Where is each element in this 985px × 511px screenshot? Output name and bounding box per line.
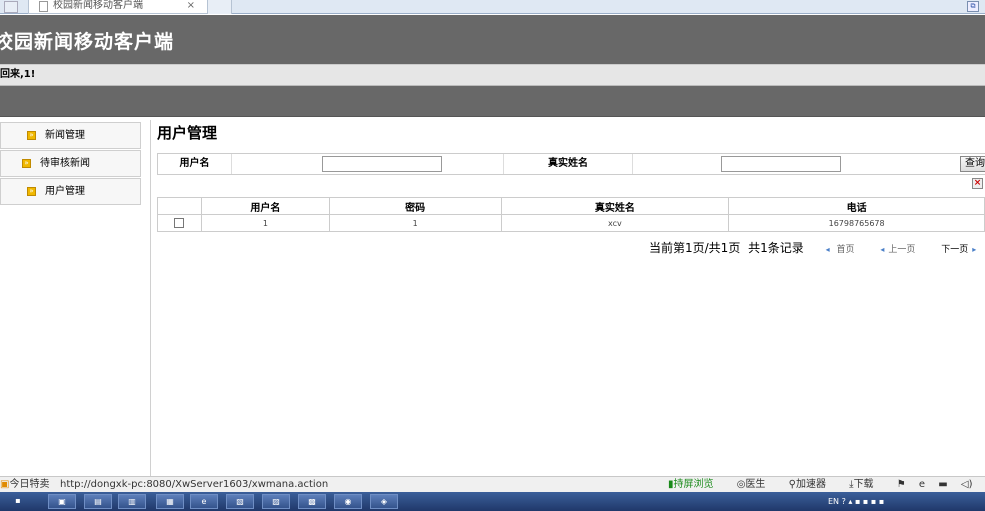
tab-close-icon[interactable]: ×: [187, 0, 195, 12]
taskbar-app-1[interactable]: ▣: [48, 494, 76, 509]
today-deals-link[interactable]: ▣今日特卖: [0, 477, 49, 492]
browser-tab-bar: 校园新闻移动客户端 × ⧉: [0, 0, 985, 14]
browser-tab[interactable]: 校园新闻移动客户端 ×: [28, 0, 208, 14]
restore-window-icon[interactable]: ⧉: [967, 1, 979, 12]
sidebar-item-pending-news[interactable]: » 待审核新闻: [0, 150, 141, 177]
tray-icons[interactable]: ▪ ▪ ▪ ▪: [855, 497, 884, 506]
arrow-icon: »: [27, 131, 36, 140]
doctor-button[interactable]: ◎医生: [737, 479, 776, 490]
pagination: 当前第1页/共1页 共1条记录 ◂ 首页 ◂上一页 下一页▸ 尾: [649, 239, 985, 256]
status-url: http://dongxk-pc:8080/XwServer1603/xwman…: [60, 479, 329, 490]
row-checkbox[interactable]: [174, 218, 185, 228]
taskbar-app-6[interactable]: ▨: [262, 494, 290, 509]
cell-password: 1: [328, 214, 502, 232]
browser-tab-title: 校园新闻移动客户端: [53, 0, 143, 11]
username-label: 用户名: [158, 154, 232, 174]
realname-label: 真实姓名: [503, 154, 633, 174]
cell-phone: 16798765678: [728, 214, 985, 232]
volume-icon[interactable]: ◁): [961, 479, 973, 490]
col-header-username: 用户名: [200, 197, 330, 215]
sidebar-item-label: 待审核新闻: [40, 158, 90, 169]
next-page-icon: ▸: [972, 245, 977, 254]
status-tools: ▮持屏浏览 ◎医生 ⚲加速器 ⤓下载 ⚑ e ▬ ◁): [668, 477, 982, 492]
record-total: 共1条记录: [748, 241, 804, 255]
cell-username: 1: [200, 214, 330, 232]
next-page-label: 下一页: [941, 245, 969, 255]
next-page-link[interactable]: 下一页 ▸: [941, 245, 980, 255]
prev-page-label: 上一页: [888, 245, 916, 255]
flag-icon[interactable]: ⚑: [897, 479, 906, 490]
user-table: 用户名 密码 真实姓名 电话 1 1 xcv 16798765678: [157, 197, 985, 232]
table-row[interactable]: 1 1 xcv 16798765678: [157, 214, 985, 232]
taskbar-app-5[interactable]: ▧: [226, 494, 254, 509]
prev-page-link[interactable]: ◂ 上一页: [880, 245, 919, 255]
taskbar: ▪ ▣ ▤ ▥ ▦ e ▧ ▨ ▩ ◉ ◈ EN ? ▴ ▪ ▪ ▪ ▪: [0, 492, 985, 511]
page-info: 当前第1页/共1页: [649, 241, 741, 255]
realname-input[interactable]: [721, 156, 841, 172]
language-indicator[interactable]: EN: [828, 497, 839, 506]
taskbar-app-9[interactable]: ◈: [370, 494, 398, 509]
username-input[interactable]: [322, 156, 442, 172]
today-deals-label: 今日特卖: [9, 479, 50, 490]
page-title: 用户管理: [157, 124, 218, 142]
arrow-icon: »: [27, 187, 36, 196]
welcome-bar: 回来,1!: [0, 64, 985, 86]
taskbar-app-2[interactable]: ▤: [84, 494, 112, 509]
split-view-button[interactable]: ▮持屏浏览: [668, 479, 724, 490]
taskbar-app-7[interactable]: ▩: [298, 494, 326, 509]
accelerator-button[interactable]: ⚲加速器: [789, 479, 836, 490]
nav-band: [0, 86, 985, 117]
col-header-realname: 真实姓名: [500, 197, 730, 215]
document-icon: [39, 1, 48, 12]
table-header-row: 用户名 密码 真实姓名 电话: [157, 197, 985, 215]
sidebar-item-news-management[interactable]: » 新闻管理: [0, 122, 141, 149]
tray-expand-icon[interactable]: ▴: [848, 497, 852, 506]
first-page-icon: ◂: [825, 245, 830, 254]
taskbar-app-3[interactable]: ▥: [118, 494, 146, 509]
sidebar-item-user-management[interactable]: » 用户管理: [0, 178, 141, 205]
tab-list-button[interactable]: [4, 1, 18, 13]
sidebar-item-label: 用户管理: [45, 186, 85, 197]
app-title: 校园新闻移动客户端: [0, 31, 175, 53]
main-content: 用户管理 用户名 真实姓名 查询 × 用户名 密码 真实姓名 电话 1 1 xc…: [157, 120, 985, 476]
app-banner: 校园新闻移动客户端: [0, 15, 985, 64]
download-button[interactable]: ⤓下载: [849, 479, 883, 490]
split-view-label: 持屏浏览: [673, 479, 714, 490]
col-header-select: [157, 197, 202, 215]
col-header-password: 密码: [328, 197, 502, 215]
new-tab-button[interactable]: [208, 0, 232, 14]
doctor-label: 医生: [745, 479, 766, 490]
cell-realname: xcv: [500, 214, 730, 232]
status-bar: ▣今日特卖 http://dongxk-pc:8080/XwServer1603…: [0, 476, 985, 492]
start-button[interactable]: ▪: [8, 494, 28, 509]
row-checkbox-cell: [157, 214, 202, 232]
taskbar-ie-icon[interactable]: e: [190, 494, 218, 509]
prev-page-icon: ◂: [880, 245, 885, 254]
first-page-label: 首页: [836, 245, 855, 255]
arrow-icon: »: [22, 159, 31, 168]
first-page-link[interactable]: ◂ 首页: [826, 245, 859, 255]
query-button[interactable]: 查询: [960, 156, 985, 172]
taskbar-app-8[interactable]: ◉: [334, 494, 362, 509]
accelerator-label: 加速器: [795, 479, 826, 490]
sidebar: » 新闻管理 » 待审核新闻 » 用户管理: [0, 120, 151, 476]
sidebar-item-label: 新闻管理: [45, 130, 85, 141]
download-label: 下载: [853, 479, 874, 490]
ie-icon[interactable]: e: [919, 479, 925, 490]
col-header-phone: 电话: [728, 197, 985, 215]
search-form: 用户名 真实姓名 查询: [157, 153, 985, 175]
delete-icon[interactable]: ×: [972, 178, 983, 189]
window-icon[interactable]: ▬: [938, 479, 947, 490]
taskbar-app-4[interactable]: ▦: [156, 494, 184, 509]
system-tray: EN ? ▴ ▪ ▪ ▪ ▪: [820, 492, 985, 511]
